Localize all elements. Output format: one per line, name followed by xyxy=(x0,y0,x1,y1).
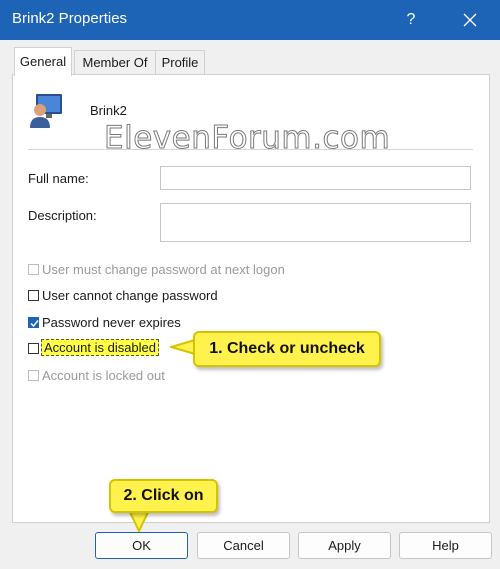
separator xyxy=(28,149,473,150)
tab-profile-label: Profile xyxy=(161,55,199,70)
account-disabled-checkbox[interactable] xyxy=(28,343,39,354)
title-bar: Brink2 Properties ? xyxy=(0,0,500,40)
callout-step-1: 1. Check or uncheck xyxy=(193,331,381,367)
tab-member-of-label: Member Of xyxy=(82,55,148,70)
description-input[interactable] xyxy=(160,203,471,242)
apply-button[interactable]: Apply xyxy=(298,532,391,559)
account-locked-out-checkbox xyxy=(28,370,39,381)
callout-step-2: 2. Click on xyxy=(109,479,218,513)
must-change-password-checkbox xyxy=(28,264,39,275)
close-button[interactable] xyxy=(455,6,485,34)
ok-button[interactable]: OK xyxy=(95,532,188,559)
must-change-password-label: User must change password at next logon xyxy=(42,262,285,277)
tab-member-of[interactable]: Member Of xyxy=(74,50,156,75)
full-name-label: Full name: xyxy=(28,171,89,186)
window-title: Brink2 Properties xyxy=(12,10,128,27)
help-dialog-button[interactable]: Help xyxy=(399,532,492,559)
username: Brink2 xyxy=(90,103,127,118)
cannot-change-password-label: User cannot change password xyxy=(42,288,218,303)
cancel-button[interactable]: Cancel xyxy=(197,532,290,559)
tab-general[interactable]: General xyxy=(14,47,72,76)
watermark: ElevenForum.com xyxy=(103,120,391,157)
user-account-icon xyxy=(27,90,67,130)
tab-general-label: General xyxy=(19,54,67,69)
cannot-change-password-checkbox[interactable] xyxy=(28,290,39,301)
tab-profile[interactable]: Profile xyxy=(155,50,205,75)
description-label: Description: xyxy=(28,208,97,223)
account-locked-out-label: Account is locked out xyxy=(42,368,165,383)
close-icon xyxy=(463,13,477,27)
checkmark-icon xyxy=(30,320,39,328)
full-name-input[interactable] xyxy=(160,166,471,190)
help-button[interactable]: ? xyxy=(396,6,426,34)
account-disabled-label: Account is disabled xyxy=(41,339,160,356)
password-never-expires-checkbox[interactable] xyxy=(28,317,39,328)
password-never-expires-label: Password never expires xyxy=(42,315,181,330)
